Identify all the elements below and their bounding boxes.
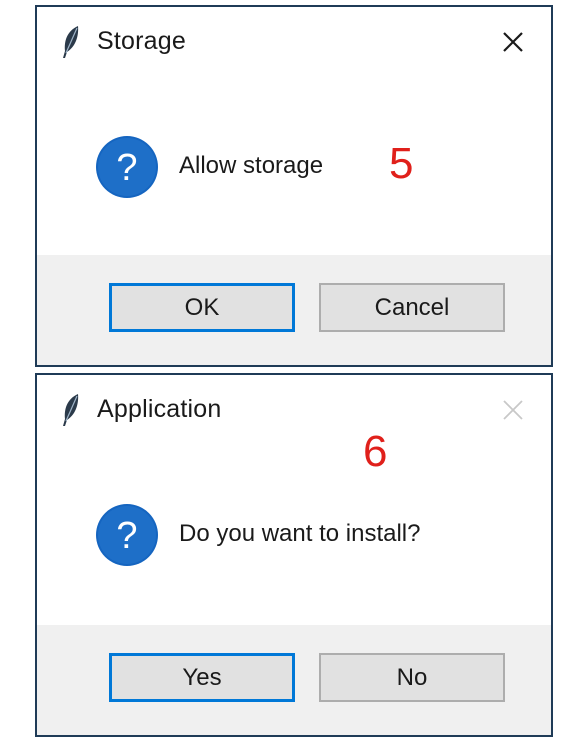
title-bar: Storage xyxy=(37,7,551,75)
dialog-title: Storage xyxy=(97,27,186,55)
ok-button[interactable]: OK xyxy=(109,283,295,332)
question-icon: ? xyxy=(96,504,158,566)
feather-icon xyxy=(63,26,79,58)
step-number: 5 xyxy=(389,139,414,188)
yes-button[interactable]: Yes xyxy=(109,653,295,702)
feather-icon xyxy=(63,394,79,426)
dialog-title: Application xyxy=(97,395,222,423)
application-dialog: Application 6 ? Do you want to install? … xyxy=(35,373,553,737)
button-bar: OK Cancel xyxy=(37,255,551,365)
step-number: 6 xyxy=(363,427,388,476)
question-icon: ? xyxy=(96,136,158,198)
svg-text:?: ? xyxy=(116,515,137,557)
dialog-message: Allow storage xyxy=(179,152,324,179)
close-icon[interactable] xyxy=(499,28,527,56)
no-button[interactable]: No xyxy=(319,653,505,702)
title-bar: Application xyxy=(37,375,551,443)
dialog-message: Do you want to install? xyxy=(179,520,421,547)
button-bar: Yes No xyxy=(37,625,551,735)
close-icon xyxy=(503,400,523,420)
cancel-button[interactable]: Cancel xyxy=(319,283,505,332)
storage-dialog: Storage ? Allow storage 5 OK Cancel xyxy=(35,5,553,367)
svg-text:?: ? xyxy=(116,147,137,189)
